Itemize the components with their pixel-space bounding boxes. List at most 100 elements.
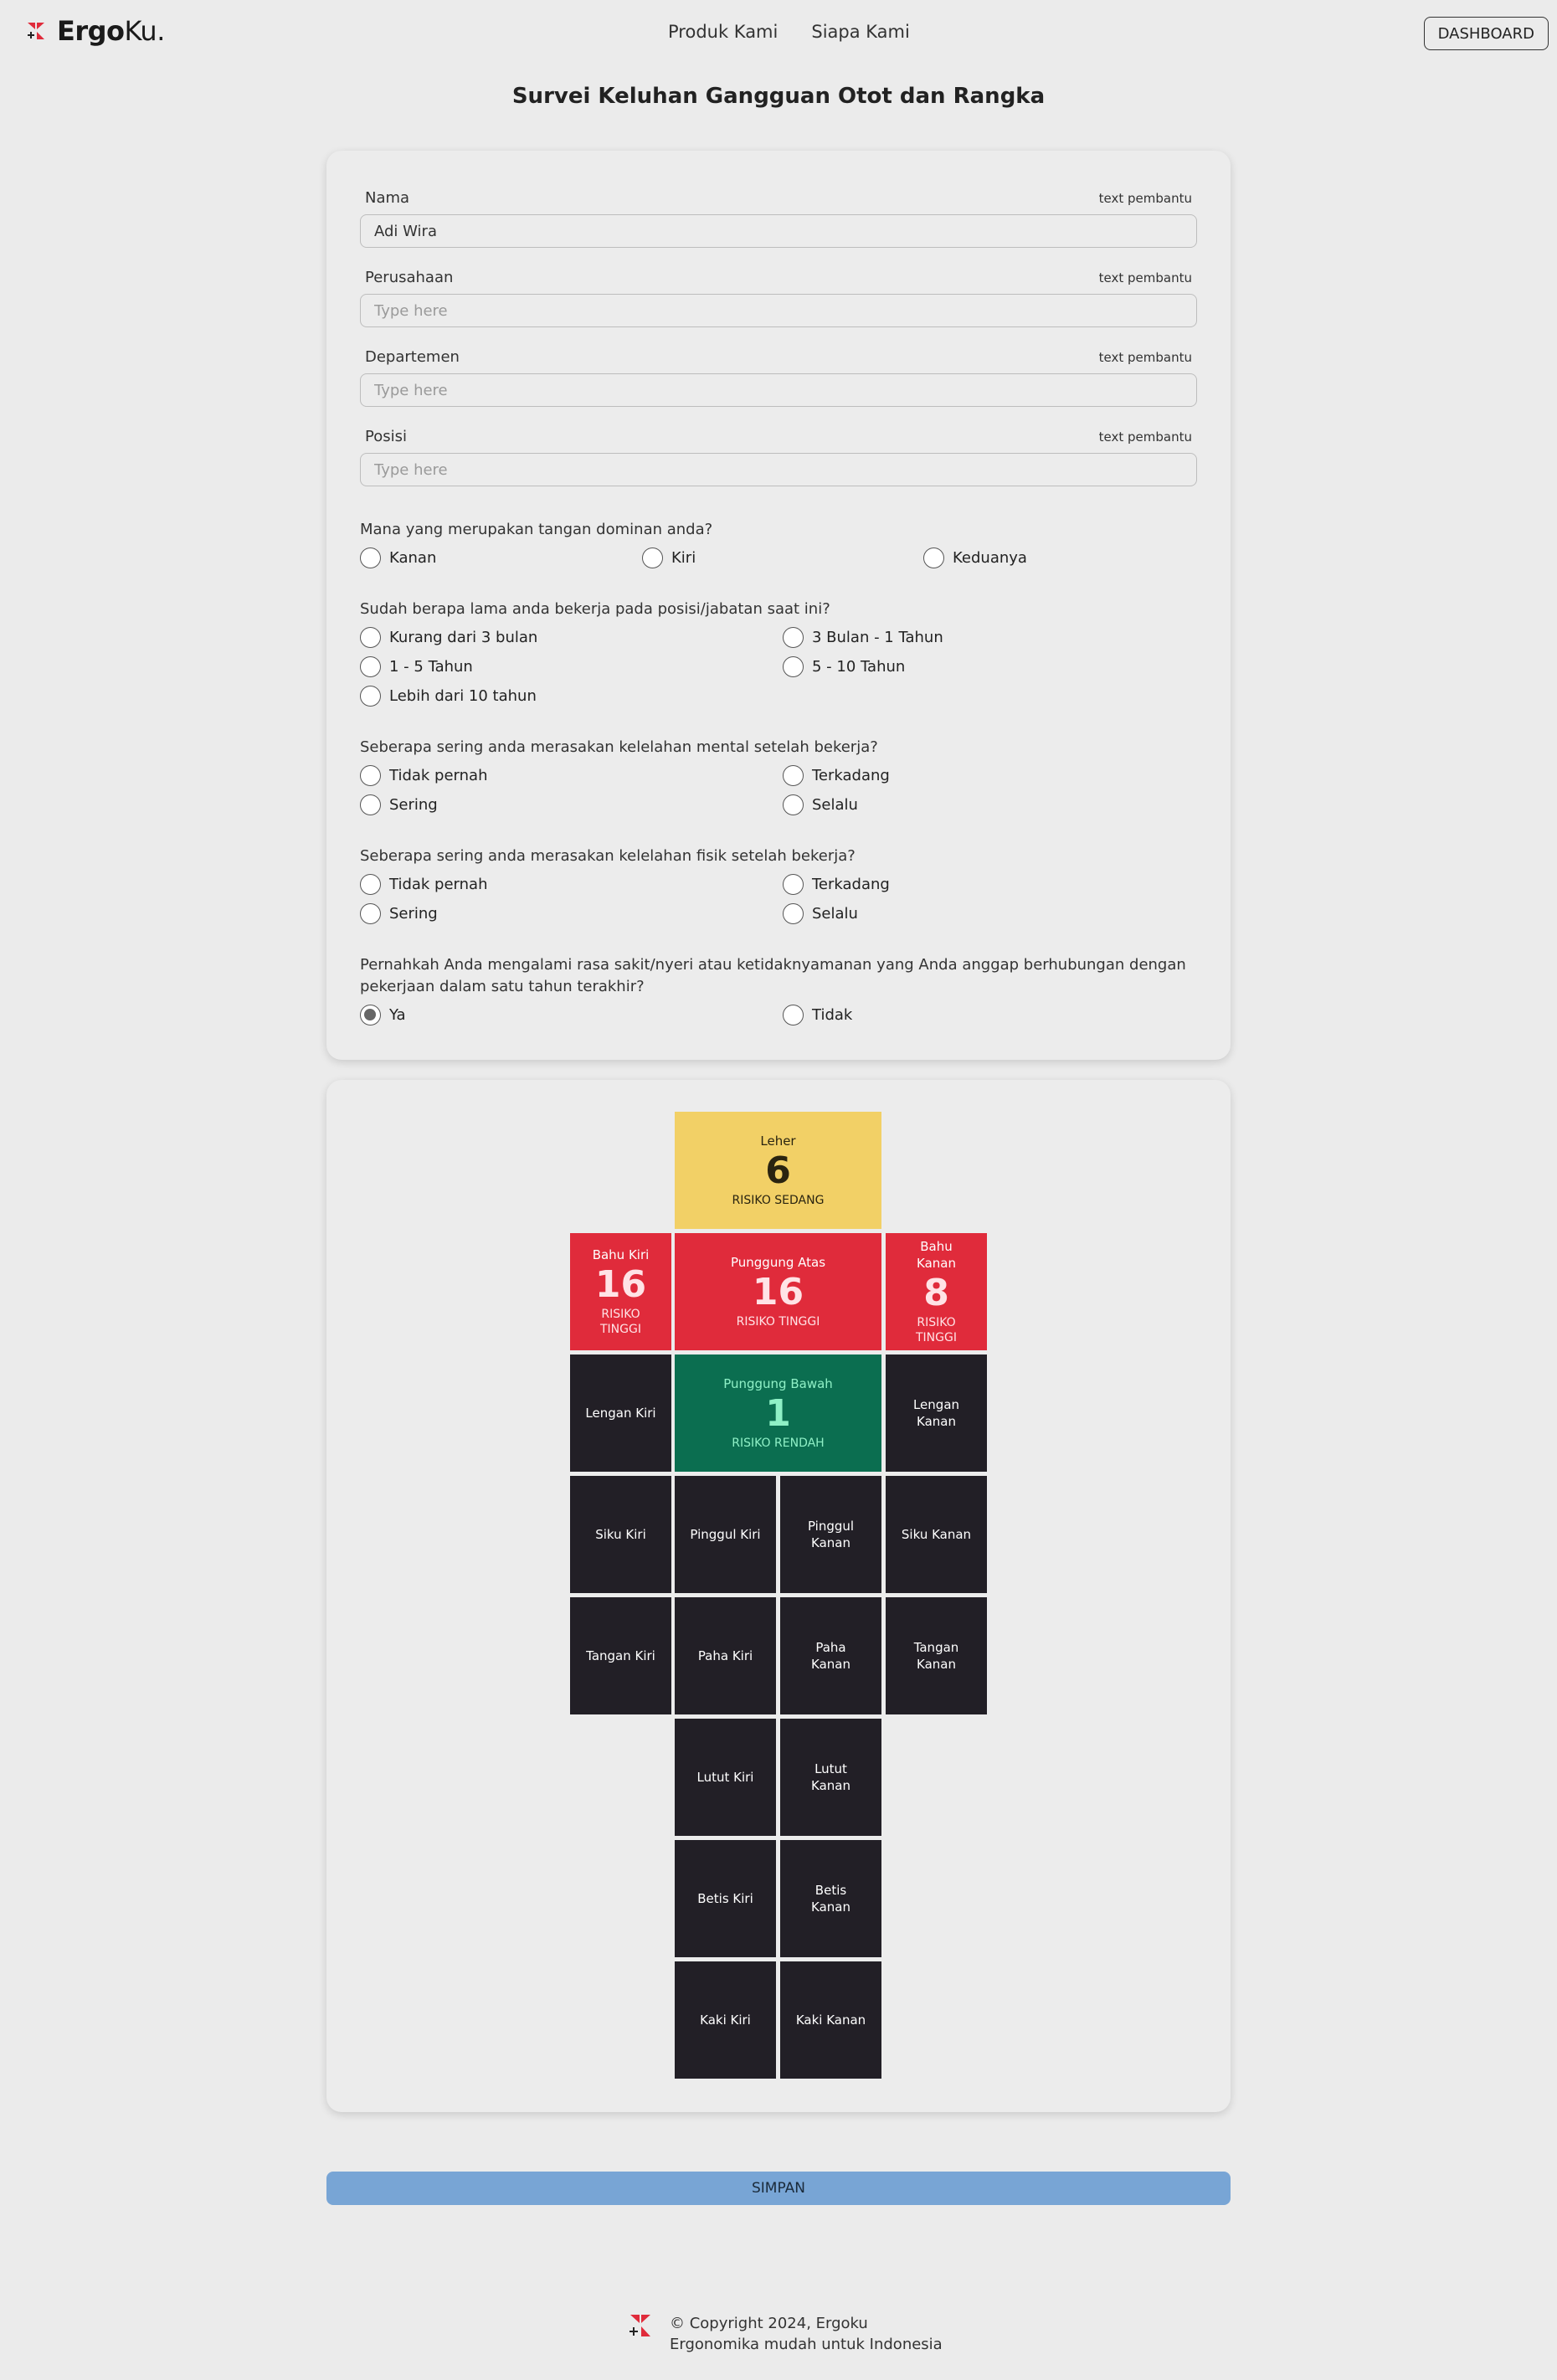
body-cell-siku-kiri[interactable]: Siku Kiri xyxy=(570,1476,671,1593)
radio-button[interactable] xyxy=(783,627,804,648)
radio-option-kurang-3-bulan[interactable]: Kurang dari 3 bulan xyxy=(360,627,537,648)
risk-score: 8 xyxy=(923,1272,949,1314)
survey-form-card: Nama text pembantu Perusahaan text pemba… xyxy=(326,151,1231,1060)
radio-button[interactable] xyxy=(783,903,804,924)
logo-text: ErgoKu. xyxy=(57,15,165,47)
body-cell-bahu-kiri[interactable]: Bahu Kiri 16 RISIKO TINGGI xyxy=(570,1233,671,1350)
field-helper-text: text pembantu xyxy=(1098,270,1192,285)
radio-option-tidak[interactable]: Tidak xyxy=(783,1005,852,1026)
radio-option-lebih-10-tahun[interactable]: Lebih dari 10 tahun xyxy=(360,686,537,707)
question-pain-last-year: Pernahkah Anda mengalami rasa sakit/nyer… xyxy=(360,956,1186,995)
radio-button[interactable] xyxy=(923,547,944,568)
risk-score: 16 xyxy=(752,1271,804,1313)
top-navbar: ErgoKu. Produk Kami Siapa Kami DASHBOARD xyxy=(0,0,1557,67)
radio-button[interactable] xyxy=(783,1005,804,1026)
field-label: Departemen xyxy=(365,348,460,366)
main-nav: Produk Kami Siapa Kami xyxy=(668,22,910,42)
risk-label: RISIKO RENDAH xyxy=(732,1437,825,1450)
body-cell-betis-kiri[interactable]: Betis Kiri xyxy=(675,1840,776,1957)
posisi-input[interactable] xyxy=(360,453,1197,486)
radio-button[interactable] xyxy=(360,627,381,648)
risk-label: RISIKO TINGGI xyxy=(736,1315,820,1329)
question-physical-fatigue: Seberapa sering anda merasakan kelelahan… xyxy=(360,847,856,865)
radio-option-1-5-tahun[interactable]: 1 - 5 Tahun xyxy=(360,656,473,677)
departemen-input[interactable] xyxy=(360,373,1197,407)
field-helper-text: text pembantu xyxy=(1098,350,1192,365)
radio-button[interactable] xyxy=(360,903,381,924)
radio-button[interactable] xyxy=(360,765,381,786)
risk-label: RISIKO TINGGI xyxy=(916,1316,957,1344)
body-cell-tangan-kanan[interactable]: Tangan Kanan xyxy=(886,1597,987,1714)
body-cell-siku-kanan[interactable]: Siku Kanan xyxy=(886,1476,987,1593)
risk-label: RISIKO SEDANG xyxy=(732,1194,825,1207)
nama-input[interactable] xyxy=(360,214,1197,248)
body-cell-kaki-kanan[interactable]: Kaki Kanan xyxy=(780,1961,881,2079)
body-cell-kaki-kiri[interactable]: Kaki Kiri xyxy=(675,1961,776,2079)
perusahaan-input[interactable] xyxy=(360,294,1197,327)
body-cell-punggung-atas[interactable]: Punggung Atas 16 RISIKO TINGGI xyxy=(675,1233,881,1350)
body-cell-paha-kiri[interactable]: Paha Kiri xyxy=(675,1597,776,1714)
radio-button[interactable] xyxy=(360,656,381,677)
radio-option-5-10-tahun[interactable]: 5 - 10 Tahun xyxy=(783,656,905,677)
body-cell-lengan-kanan[interactable]: Lengan Kanan xyxy=(886,1354,987,1472)
radio-button[interactable] xyxy=(360,686,381,707)
radio-option-tidak-pernah[interactable]: Tidak pernah xyxy=(360,874,487,895)
radio-option-keduanya[interactable]: Keduanya xyxy=(923,547,1027,568)
radio-option-terkadang[interactable]: Terkadang xyxy=(783,765,890,786)
radio-button[interactable] xyxy=(783,656,804,677)
radio-option-ya[interactable]: Ya xyxy=(360,1005,406,1026)
nav-link-siapa-kami[interactable]: Siapa Kami xyxy=(811,22,909,42)
radio-button[interactable] xyxy=(783,765,804,786)
tagline-text: Ergonomika mudah untuk Indonesia xyxy=(670,2336,943,2353)
risk-score: 6 xyxy=(765,1149,791,1192)
question-work-duration: Sudah berapa lama anda bekerja pada posi… xyxy=(360,600,830,618)
radio-button[interactable] xyxy=(642,547,663,568)
field-label: Posisi xyxy=(365,428,407,445)
radio-option-terkadang[interactable]: Terkadang xyxy=(783,874,890,895)
question-mental-fatigue: Seberapa sering anda merasakan kelelahan… xyxy=(360,738,878,756)
body-cell-pinggul-kanan[interactable]: Pinggul Kanan xyxy=(780,1476,881,1593)
body-cell-pinggul-kiri[interactable]: Pinggul Kiri xyxy=(675,1476,776,1593)
radio-option-kanan[interactable]: Kanan xyxy=(360,547,436,568)
risk-label: RISIKO TINGGI xyxy=(600,1308,641,1336)
risk-score: 16 xyxy=(594,1263,647,1306)
field-helper-text: text pembantu xyxy=(1098,191,1192,206)
radio-option-kiri[interactable]: Kiri xyxy=(642,547,696,568)
body-cell-bahu-kanan[interactable]: Bahu Kanan 8 RISIKO TINGGI xyxy=(886,1233,987,1350)
dashboard-button[interactable]: DASHBOARD xyxy=(1423,17,1549,50)
field-label: Nama xyxy=(365,189,410,207)
risk-score: 1 xyxy=(765,1392,791,1435)
logo[interactable]: ErgoKu. xyxy=(25,15,165,47)
body-cell-tangan-kiri[interactable]: Tangan Kiri xyxy=(570,1597,671,1714)
radio-option-sering[interactable]: Sering xyxy=(360,903,438,924)
body-cell-leher[interactable]: Leher 6 RISIKO SEDANG xyxy=(675,1112,881,1229)
page-title: Survei Keluhan Gangguan Otot dan Rangka xyxy=(511,84,1046,109)
nav-link-produk-kami[interactable]: Produk Kami xyxy=(668,22,778,42)
field-label: Perusahaan xyxy=(365,269,454,286)
body-cell-lutut-kanan[interactable]: Lutut Kanan xyxy=(780,1719,881,1836)
radio-option-3-bulan-1-tahun[interactable]: 3 Bulan - 1 Tahun xyxy=(783,627,943,648)
footer-logo-icon xyxy=(629,2315,650,2336)
radio-option-selalu[interactable]: Selalu xyxy=(783,903,858,924)
body-cell-punggung-bawah[interactable]: Punggung Bawah 1 RISIKO RENDAH xyxy=(675,1354,881,1472)
footer: © Copyright 2024, Ergoku Ergonomika muda… xyxy=(628,2313,943,2355)
radio-button[interactable] xyxy=(783,874,804,895)
question-dominant-hand: Mana yang merupakan tangan dominan anda? xyxy=(360,521,713,538)
radio-button[interactable] xyxy=(360,874,381,895)
radio-button[interactable] xyxy=(360,794,381,815)
body-cell-lengan-kiri[interactable]: Lengan Kiri xyxy=(570,1354,671,1472)
radio-button[interactable] xyxy=(783,794,804,815)
logo-icon xyxy=(28,23,44,39)
body-cell-paha-kanan[interactable]: Paha Kanan xyxy=(780,1597,881,1714)
footer-text: © Copyright 2024, Ergoku Ergonomika muda… xyxy=(670,2313,943,2355)
radio-button[interactable] xyxy=(360,547,381,568)
field-helper-text: text pembantu xyxy=(1098,429,1192,445)
copyright-text: © Copyright 2024, Ergoku xyxy=(670,2315,868,2332)
radio-button-checked[interactable] xyxy=(360,1005,381,1026)
radio-option-selalu[interactable]: Selalu xyxy=(783,794,858,815)
radio-option-tidak-pernah[interactable]: Tidak pernah xyxy=(360,765,487,786)
body-cell-lutut-kiri[interactable]: Lutut Kiri xyxy=(675,1719,776,1836)
radio-option-sering[interactable]: Sering xyxy=(360,794,438,815)
body-cell-betis-kanan[interactable]: Betis Kanan xyxy=(780,1840,881,1957)
simpan-button[interactable]: SIMPAN xyxy=(326,2172,1231,2205)
